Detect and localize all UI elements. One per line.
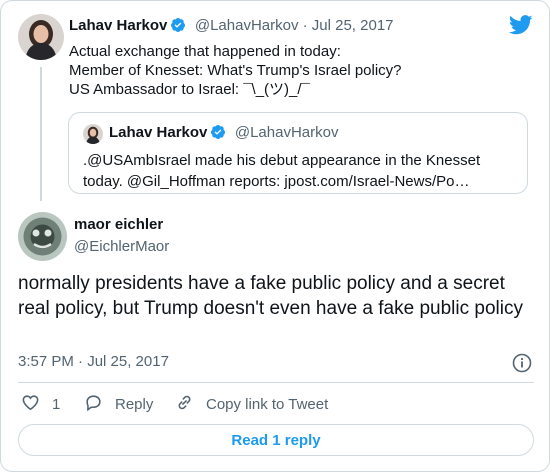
parent-tweet-text: Actual exchange that happened in today: … — [69, 42, 402, 99]
read-replies-button[interactable]: Read 1 reply — [18, 424, 534, 456]
reply-label: Reply — [115, 395, 154, 413]
copy-link-button[interactable]: Copy link to Tweet — [175, 393, 328, 415]
info-icon[interactable] — [512, 353, 532, 378]
heart-icon — [21, 393, 52, 416]
author-avatar[interactable] — [18, 212, 67, 261]
parent-handle-date[interactable]: @LahavHarkov · Jul 25, 2017 — [195, 17, 394, 34]
parent-author-avatar[interactable] — [18, 14, 64, 60]
verified-badge-icon — [210, 124, 226, 145]
divider — [18, 382, 534, 383]
author-handle[interactable]: @EichlerMaor — [74, 238, 169, 255]
quoted-line: .@USAmbIsrael made his debut appearance … — [83, 152, 481, 169]
verified-badge-icon — [170, 17, 186, 38]
parent-header: Lahav Harkov @LahavHarkov · Jul 25, 2017 — [69, 17, 394, 37]
parent-line: Member of Knesset: What's Trump's Israel… — [69, 62, 402, 79]
tweet-text: normally presidents have a fake public p… — [18, 273, 523, 319]
quoted-author-avatar — [83, 124, 103, 144]
quoted-line: today. @Gil_Hoffman reports: jpost.com/I… — [83, 173, 470, 190]
like-button[interactable]: 1 — [21, 393, 60, 415]
link-icon — [175, 393, 206, 416]
parent-author-name[interactable]: Lahav Harkov — [69, 17, 167, 34]
quoted-tweet-text: .@USAmbIsrael made his debut appearance … — [83, 150, 513, 192]
tweet-embed-card: Lahav Harkov @LahavHarkov · Jul 25, 2017… — [0, 0, 550, 472]
tweet-timestamp[interactable]: 3:57 PM · Jul 25, 2017 — [18, 353, 169, 370]
parent-line: Actual exchange that happened in today: — [69, 43, 341, 60]
twitter-bird-icon[interactable] — [508, 15, 533, 40]
copy-link-label: Copy link to Tweet — [206, 395, 329, 413]
thread-connector-line — [40, 67, 42, 201]
reply-icon — [84, 393, 115, 416]
quoted-tweet-card[interactable]: Lahav Harkov @LahavHarkov .@USAmbIsrael … — [68, 112, 528, 194]
like-count: 1 — [52, 395, 61, 413]
reply-button[interactable]: Reply — [84, 393, 153, 415]
quoted-author-name: Lahav Harkov — [109, 124, 208, 141]
quoted-handle: @LahavHarkov — [234, 124, 339, 141]
quoted-header: Lahav Harkov @LahavHarkov — [109, 124, 338, 145]
author-name[interactable]: maor eichler — [74, 216, 163, 233]
parent-line: US Ambassador to Israel: ¯\_(ツ)_/¯ — [69, 81, 310, 98]
